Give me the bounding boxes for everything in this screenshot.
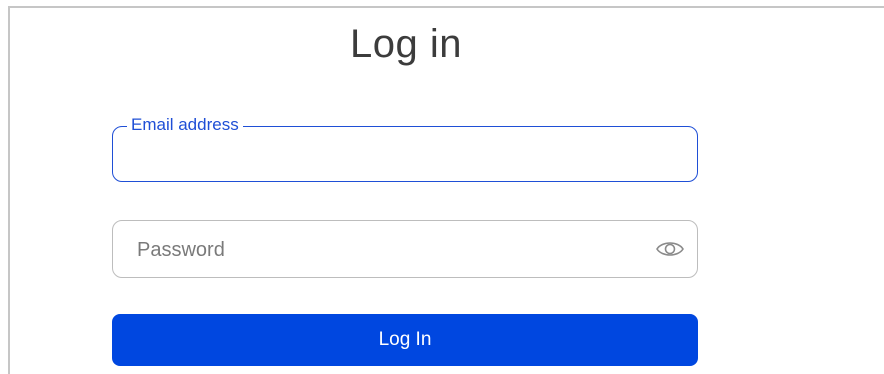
- page-title: Log in: [350, 22, 462, 66]
- password-placeholder: Password: [137, 239, 225, 261]
- password-field[interactable]: Password: [112, 220, 698, 278]
- top-border: [8, 6, 884, 8]
- email-label: Email address: [127, 115, 243, 135]
- left-border: [8, 6, 10, 374]
- email-field[interactable]: Email address: [112, 115, 698, 182]
- login-button[interactable]: Log In: [112, 314, 698, 366]
- eye-icon[interactable]: [655, 238, 685, 260]
- login-page: Log in Email address Password Log In: [0, 0, 884, 374]
